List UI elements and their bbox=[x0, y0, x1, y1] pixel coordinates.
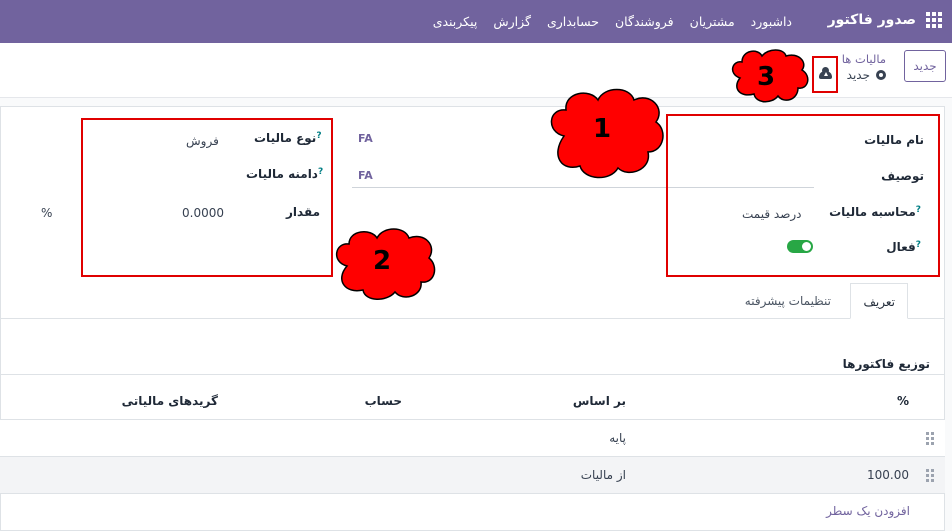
menu-item-dashboard[interactable]: داشبورد bbox=[751, 14, 792, 29]
app-name[interactable]: صدور فاکتور bbox=[828, 12, 916, 28]
percent-symbol: % bbox=[41, 206, 53, 220]
annotation-box-1 bbox=[666, 114, 940, 277]
column-account: حساب bbox=[364, 394, 402, 408]
annotation-number-1: 1 bbox=[592, 114, 612, 144]
annotation-number-3: 3 bbox=[756, 62, 776, 92]
table-row[interactable] bbox=[0, 420, 945, 457]
column-tax-grids: گریدهای مالیاتی bbox=[121, 394, 218, 408]
breadcrumb-current-label: جدید bbox=[846, 68, 870, 82]
gear-icon[interactable] bbox=[876, 70, 886, 80]
main-menu: داشبورد مشتریان فروشندگان حسابداری گزارش… bbox=[433, 14, 792, 29]
breadcrumb-parent[interactable]: مالیات ها bbox=[842, 52, 886, 66]
cloud-upload-icon bbox=[818, 66, 832, 79]
menu-item-accounting[interactable]: حسابداری bbox=[547, 14, 599, 29]
top-navbar: صدور فاکتور داشبورد مشتریان فروشندگان حس… bbox=[0, 0, 952, 43]
distribution-title: توزیع فاکتورها bbox=[842, 357, 930, 371]
annotation-number-2: 2 bbox=[372, 246, 392, 276]
menu-item-customers[interactable]: مشتریان bbox=[690, 14, 735, 29]
drag-handle-icon[interactable] bbox=[926, 469, 934, 482]
app-switcher[interactable]: صدور فاکتور bbox=[828, 12, 942, 28]
apps-grid-icon[interactable] bbox=[926, 12, 942, 28]
description-value[interactable]: FA bbox=[358, 169, 373, 182]
add-line-link[interactable]: افزودن یک سطر bbox=[826, 504, 910, 518]
column-based-on: بر اساس bbox=[572, 394, 626, 408]
menu-item-reporting[interactable]: گزارش bbox=[493, 14, 531, 29]
save-button[interactable] bbox=[812, 56, 838, 93]
annotation-box-2 bbox=[81, 118, 333, 277]
tab-definition[interactable]: تعریف bbox=[850, 283, 908, 319]
row-based-on[interactable]: از مالیات bbox=[581, 468, 626, 482]
tab-advanced-options[interactable]: تنظیمات پیشرفته bbox=[733, 283, 843, 319]
menu-item-configuration[interactable]: پیکربندی bbox=[433, 14, 478, 29]
menu-item-vendors[interactable]: فروشندگان bbox=[615, 14, 674, 29]
row-percent[interactable]: 100.00 bbox=[867, 468, 909, 482]
notebook-tabs: تعریف تنظیمات پیشرفته bbox=[0, 283, 945, 319]
column-percent: % bbox=[896, 394, 909, 408]
new-button[interactable]: جدید bbox=[904, 50, 946, 82]
tax-name-value[interactable]: FA bbox=[358, 132, 373, 145]
row-based-on[interactable]: پایه bbox=[609, 431, 626, 445]
breadcrumb-current: جدید bbox=[847, 68, 886, 82]
table-row[interactable] bbox=[0, 457, 945, 494]
drag-handle-icon[interactable] bbox=[926, 432, 934, 445]
